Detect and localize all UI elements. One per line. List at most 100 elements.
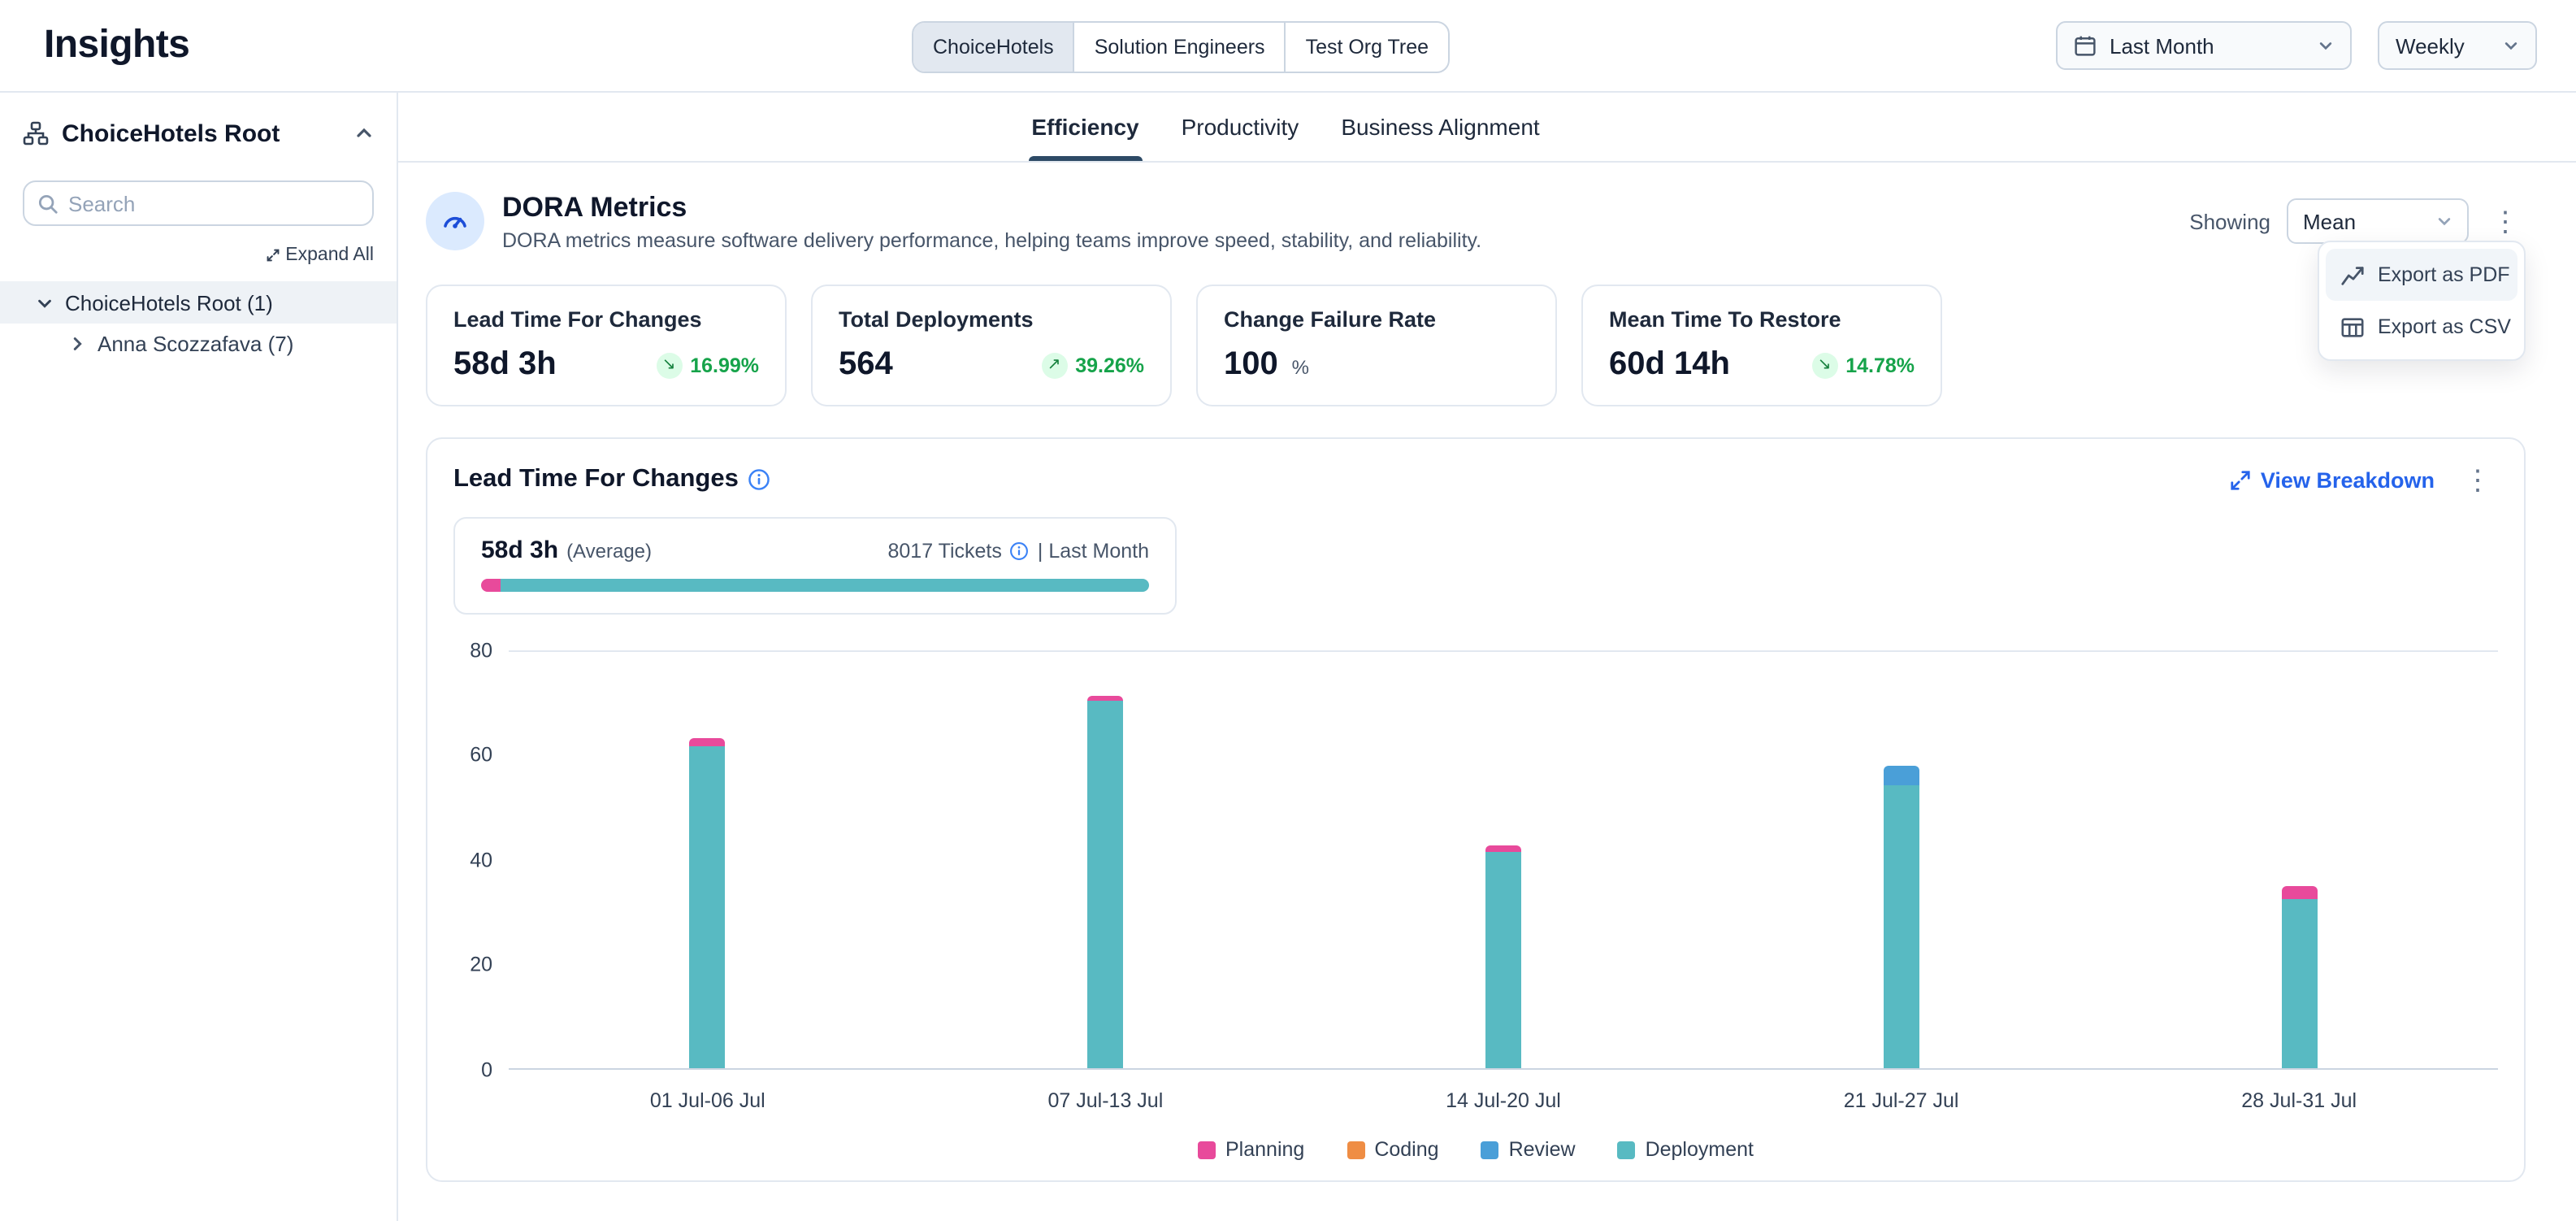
chevron-down-icon [36, 293, 54, 311]
chevron-down-icon [2503, 37, 2519, 54]
expand-all-label: Expand All [285, 246, 374, 265]
summary-value: 58d 3h [481, 537, 558, 564]
legend-item-review[interactable]: Review [1481, 1138, 1576, 1161]
showing-label: Showing [2189, 209, 2270, 233]
expand-all-button[interactable]: Expand All [23, 246, 374, 265]
aggregation-select[interactable]: Mean [2287, 198, 2469, 244]
summary-bar-segment-planning [481, 579, 501, 592]
legend-label: Review [1509, 1138, 1576, 1161]
topbar-controls: Last Month Weekly [2056, 21, 2537, 70]
granularity-select[interactable]: Weekly [2378, 21, 2537, 70]
main-tab-bar: Efficiency Productivity Business Alignme… [398, 93, 2576, 163]
summary-qualifier: (Average) [566, 539, 652, 562]
dora-kebab-menu-icon[interactable]: ⋮ [2485, 207, 2526, 235]
table-icon [2340, 315, 2365, 339]
trend-down-icon: ↘ [656, 352, 682, 378]
tree-row-label: ChoiceHotels Root (1) [65, 290, 273, 315]
summary-progress-bar [481, 579, 1149, 592]
y-tick-label: 80 [470, 641, 492, 661]
chart-summary-card: 58d 3h (Average) 8017 Tickets | Last Mon… [453, 517, 1177, 615]
bar-group[interactable] [2100, 652, 2498, 1068]
search-input[interactable] [68, 191, 359, 215]
metric-title: Change Failure Rate [1224, 307, 1529, 332]
legend-item-planning[interactable]: Planning [1198, 1138, 1304, 1161]
trend-percent: 39.26% [1075, 354, 1144, 376]
metric-title: Lead Time For Changes [453, 307, 759, 332]
summary-bar-segment-deployment [501, 579, 1149, 592]
calendar-icon [2074, 34, 2097, 57]
legend-item-coding[interactable]: Coding [1347, 1138, 1438, 1161]
chart-title: Lead Time For Changes [453, 465, 739, 494]
trend-percent: 14.78% [1845, 354, 1915, 376]
bar-segment-planning [2281, 886, 2317, 899]
tree-row-anna-scozzafava[interactable]: Anna Scozzafava (7) [0, 324, 397, 363]
bar-segment-review [1884, 767, 1919, 784]
line-chart-icon [2340, 263, 2365, 287]
x-tick-label: 07 Jul-13 Jul [907, 1089, 1305, 1112]
info-icon[interactable] [1010, 541, 1030, 560]
sidebar-search [23, 180, 374, 226]
y-tick-label: 60 [470, 745, 492, 766]
legend-label: Planning [1225, 1138, 1304, 1161]
metric-value: 60d 14h [1609, 346, 1730, 384]
org-tab-choicehotels[interactable]: ChoiceHotels [913, 23, 1075, 72]
chevron-down-icon [2436, 213, 2452, 229]
chart-kebab-menu-icon[interactable]: ⋮ [2457, 466, 2498, 493]
main-content: DORA Metrics DORA metrics measure softwa… [398, 163, 2576, 1221]
chevron-right-icon [68, 334, 86, 352]
sidebar-header[interactable]: ChoiceHotels Root [0, 109, 397, 158]
tab-business-alignment[interactable]: Business Alignment [1338, 93, 1542, 161]
period-select[interactable]: Last Month [2056, 21, 2352, 70]
metric-card-change-failure-rate: Change Failure Rate 100 % [1196, 285, 1557, 406]
org-tab-solution-engineers[interactable]: Solution Engineers [1075, 23, 1286, 72]
tree-row-label: Anna Scozzafava (7) [98, 331, 293, 355]
chevron-up-icon[interactable] [354, 124, 374, 143]
org-sidebar: ChoiceHotels Root Expand All [0, 93, 398, 1221]
y-tick-label: 20 [470, 955, 492, 975]
bar-group[interactable] [907, 652, 1305, 1068]
metric-card-total-deployments: Total Deployments 564 ↗ 39.26% [811, 285, 1172, 406]
chevron-down-icon [2318, 37, 2334, 54]
lead-time-chart-card: Lead Time For Changes View Breakdown [426, 437, 2526, 1182]
trend-badge: ↘ 16.99% [656, 352, 759, 378]
legend-swatch [1347, 1141, 1364, 1158]
metric-value: 100 [1224, 346, 1278, 382]
metric-card-lead-time: Lead Time For Changes 58d 3h ↘ 16.99% [426, 285, 787, 406]
granularity-select-value: Weekly [2396, 33, 2490, 58]
dora-title: DORA Metrics [502, 191, 1481, 224]
metric-value: 58d 3h [453, 346, 557, 384]
metric-title: Mean Time To Restore [1609, 307, 1915, 332]
y-tick-label: 40 [470, 850, 492, 871]
trend-badge: ↗ 39.26% [1041, 352, 1144, 378]
dora-header: DORA Metrics DORA metrics measure softwa… [426, 179, 2526, 263]
bar-group[interactable] [509, 652, 907, 1068]
metric-unit: % [1292, 356, 1309, 379]
bar-group[interactable] [1702, 652, 2101, 1068]
x-axis-labels: 01 Jul-06 Jul07 Jul-13 Jul14 Jul-20 Jul2… [509, 1089, 2498, 1112]
export-csv-label: Export as CSV [2378, 315, 2511, 338]
export-pdf-menu-item[interactable]: Export as PDF [2326, 249, 2517, 301]
org-hierarchy-icon [23, 120, 49, 146]
stacked-bar-chart: 020406080 [453, 650, 2498, 1070]
bar-group[interactable] [1304, 652, 1702, 1068]
search-icon [37, 193, 59, 214]
metric-card-mean-time-to-restore: Mean Time To Restore 60d 14h ↘ 14.78% [1581, 285, 1942, 406]
period-select-value: Last Month [2110, 33, 2305, 58]
tree-row-choicehotels-root[interactable]: ChoiceHotels Root (1) [0, 281, 397, 324]
org-tab-test-org-tree[interactable]: Test Org Tree [1286, 23, 1448, 72]
dora-subtitle: DORA metrics measure software delivery p… [502, 228, 1481, 251]
export-csv-menu-item[interactable]: Export as CSV [2326, 301, 2517, 353]
trend-down-icon: ↘ [1811, 352, 1837, 378]
info-icon[interactable] [748, 468, 771, 491]
sidebar-root-label: ChoiceHotels Root [62, 119, 354, 147]
legend-item-deployment[interactable]: Deployment [1618, 1138, 1754, 1161]
tab-efficiency[interactable]: Efficiency [1028, 93, 1142, 161]
tab-productivity[interactable]: Productivity [1178, 93, 1303, 161]
legend-swatch [1198, 1141, 1216, 1158]
chart-legend: Planning Coding Review Deployment [453, 1138, 2498, 1161]
export-menu: Export as PDF Export as CSV [2318, 241, 2526, 361]
x-tick-label: 01 Jul-06 Jul [509, 1089, 907, 1112]
view-breakdown-button[interactable]: View Breakdown [2230, 467, 2435, 492]
export-pdf-label: Export as PDF [2378, 263, 2510, 286]
x-tick-label: 14 Jul-20 Jul [1304, 1089, 1702, 1112]
